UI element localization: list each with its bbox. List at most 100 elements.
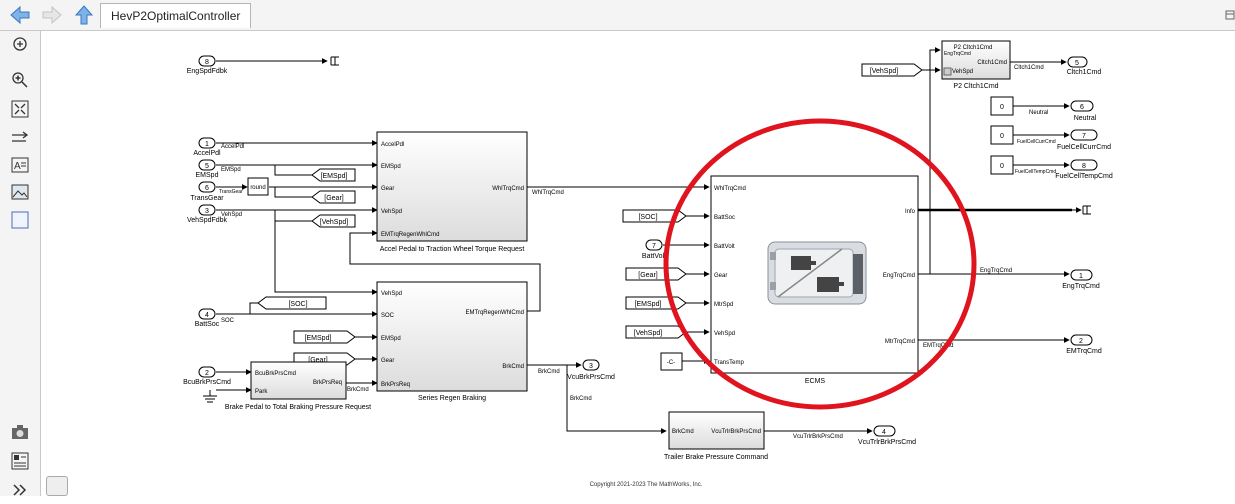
from-tag-emspd-ecms[interactable]: [EMSpd] [625, 296, 687, 310]
svg-text:EngSpdFdbk: EngSpdFdbk [187, 68, 228, 75]
p2-clutch-block[interactable]: P2 Cltch1Cmd EngTrqCmd VehSpd Cltch1Cmd [941, 40, 1011, 80]
signal-label-brkcmd-branch: BrkCmd [570, 396, 592, 402]
outport-clutch[interactable]: 5 Cltch1Cmd [1067, 56, 1102, 76]
diagram-canvas: 8 EngSpdFdbk 1 AccelPdl AccelPdl 5 EMSpd… [41, 31, 1235, 501]
outport-fuelcum[interactable]: 7 FuelCellCurrCmd [1057, 129, 1111, 151]
svg-text:EMTrqRegenWhlCmd: EMTrqRegenWhlCmd [381, 232, 439, 238]
svg-text:EngTrqCmd: EngTrqCmd [883, 273, 915, 279]
brake-pedal-block[interactable]: BcuBrkPrsCmd Park BrkPrsReq [250, 361, 347, 400]
regen-block-name: Series Regen Braking [418, 395, 486, 402]
image-icon[interactable] [11, 183, 29, 201]
svg-text:FuelCellCurrCmd: FuelCellCurrCmd [1057, 144, 1111, 151]
outport-neutral[interactable]: 6 Neutral [1070, 100, 1097, 122]
svg-text:Neutral: Neutral [1074, 115, 1097, 122]
from-tag-gear-ecms[interactable]: [Gear] [625, 267, 687, 281]
svg-text:-C-: -C- [667, 360, 675, 366]
svg-text:Cltch1Cmd: Cltch1Cmd [977, 60, 1007, 66]
svg-text:BrkPrsReq: BrkPrsReq [313, 380, 342, 386]
signal-label-brkcmd: BrkCmd [538, 369, 560, 375]
goto-tag-vehspd[interactable]: [VehSpd] [311, 214, 356, 228]
svg-text:BattVolt: BattVolt [642, 253, 666, 260]
svg-text:EMTrqRegenWhlCmd: EMTrqRegenWhlCmd [466, 310, 524, 316]
goto-tag-gear[interactable]: [Gear] [311, 190, 356, 204]
outport-engtrq[interactable]: 1 EngTrqCmd [1062, 269, 1100, 290]
from-tag-vehspd-ecms[interactable]: [VehSpd] [625, 325, 687, 339]
svg-text:8: 8 [1082, 163, 1086, 170]
signal-label-cltch: Cltch1Cmd [1014, 65, 1044, 71]
tab-model[interactable]: HevP2OptimalController [100, 3, 252, 28]
svg-text:8: 8 [205, 59, 209, 66]
svg-text:[VehSpd]: [VehSpd] [634, 330, 662, 337]
top-toolbar: HevP2OptimalController [0, 0, 1235, 31]
zoom-fit-icon[interactable] [11, 35, 29, 53]
inport-battvolt[interactable]: 7 BattVolt [642, 239, 666, 260]
svg-text:VehSpd: VehSpd [952, 69, 973, 75]
panel-toggle-icon[interactable] [1225, 8, 1235, 22]
inport-battsoc[interactable]: 4 BattSoc [195, 308, 220, 328]
svg-text:BrkCmd: BrkCmd [672, 429, 694, 435]
left-toolbar: A [0, 31, 41, 496]
svg-text:Gear: Gear [381, 186, 394, 192]
copyright-text: Copyright 2021-2023 The MathWorks, Inc. [590, 482, 703, 488]
signal-label-neutral: Neutral [1029, 110, 1048, 116]
svg-text:4: 4 [882, 429, 886, 436]
from-tag-emspd[interactable]: [EMSpd] [293, 330, 356, 344]
goto-tag-emspd[interactable]: [EMSpd] [311, 168, 356, 182]
svg-text:A: A [14, 161, 21, 172]
property-inspector-icon[interactable] [11, 452, 29, 470]
svg-text:TransTemp: TransTemp [714, 360, 744, 366]
arrow-lines-icon[interactable] [11, 129, 29, 147]
inport-accelpdl[interactable]: 1 AccelPdl [193, 137, 221, 157]
zoom-in-icon[interactable] [11, 71, 29, 89]
inport-engspd[interactable]: 8 EngSpdFdbk [187, 55, 228, 75]
constant-transtemp[interactable]: -C- [660, 352, 683, 371]
svg-text:0: 0 [1000, 104, 1004, 111]
brake-block-name: Brake Pedal to Total Braking Pressure Re… [225, 404, 371, 411]
expand-icon[interactable] [11, 481, 29, 499]
trailer-brake-block[interactable]: BrkCmd VcuTrlrBrkPrsCmd [668, 411, 765, 450]
constant-fueltemp[interactable]: 0 [990, 155, 1014, 175]
svg-text:7: 7 [652, 243, 656, 250]
svg-text:BattVolt: BattVolt [714, 244, 735, 250]
forward-arrow-icon[interactable] [40, 3, 64, 27]
up-arrow-icon[interactable] [72, 3, 96, 27]
svg-text:BrkPrsReq: BrkPrsReq [381, 382, 410, 388]
goto-tag-soc[interactable]: [SOC] [257, 296, 327, 310]
constant-fuelcum[interactable]: 0 [990, 125, 1014, 145]
svg-text:TransGear: TransGear [190, 195, 224, 202]
inport-emspd[interactable]: 5 EMSpd [196, 159, 219, 179]
svg-text:[EMSpd]: [EMSpd] [305, 335, 332, 342]
from-tag-vehspd-clutch[interactable]: [VehSpd] [861, 63, 923, 77]
outport-fueltemp[interactable]: 8 FuelCellTempCmd [1055, 159, 1113, 180]
fit-view-icon[interactable] [11, 100, 29, 118]
camera-icon[interactable] [11, 423, 29, 441]
svg-text:EngTrqCmd: EngTrqCmd [944, 51, 971, 57]
svg-text:2: 2 [205, 370, 209, 377]
round-block[interactable]: round [247, 177, 269, 196]
svg-text:BrkCmd: BrkCmd [502, 364, 524, 370]
svg-text:6: 6 [1080, 104, 1084, 111]
svg-text:5: 5 [1075, 60, 1079, 67]
ecms-block-name: ECMS [805, 378, 826, 385]
svg-text:EMSpd: EMSpd [381, 336, 401, 342]
outport-trlr[interactable]: 4 VcuTrlrBrkPrsCmd [858, 425, 916, 446]
constant-neutral[interactable]: 0 [990, 96, 1014, 116]
svg-text:VehSpdFdbk: VehSpdFdbk [187, 217, 228, 224]
rectangle-icon[interactable] [11, 211, 29, 229]
back-arrow-icon[interactable] [8, 3, 32, 27]
svg-text:round: round [250, 185, 265, 191]
svg-text:0: 0 [1000, 163, 1004, 170]
svg-text:[EMSpd]: [EMSpd] [321, 173, 348, 180]
svg-text:VcuBrkPrsCmd: VcuBrkPrsCmd [567, 374, 615, 381]
accel-pedal-block[interactable]: AccelPdl EMSpd Gear VehSpd EMTrqRegenWhl… [376, 131, 528, 242]
svg-text:0: 0 [1000, 133, 1004, 140]
outport-vcubrk[interactable]: 3 VcuBrkPrsCmd [567, 359, 615, 381]
signal-label-transgear: TransGear [219, 189, 243, 195]
outport-emtrq[interactable]: 2 EMTrqCmd [1066, 334, 1102, 355]
svg-text:FuelCellTempCmd: FuelCellTempCmd [1055, 173, 1113, 180]
annotation-icon[interactable]: A [11, 156, 29, 174]
series-regen-block[interactable]: VehSpd SOC EMSpd Gear BrkPrsReq EMTrqReg… [376, 281, 528, 392]
svg-text:AccelPdl: AccelPdl [381, 142, 404, 148]
svg-text:BattSoc: BattSoc [714, 215, 735, 221]
inport-bcubrk[interactable]: 2 BcuBrkPrsCmd [183, 366, 231, 386]
